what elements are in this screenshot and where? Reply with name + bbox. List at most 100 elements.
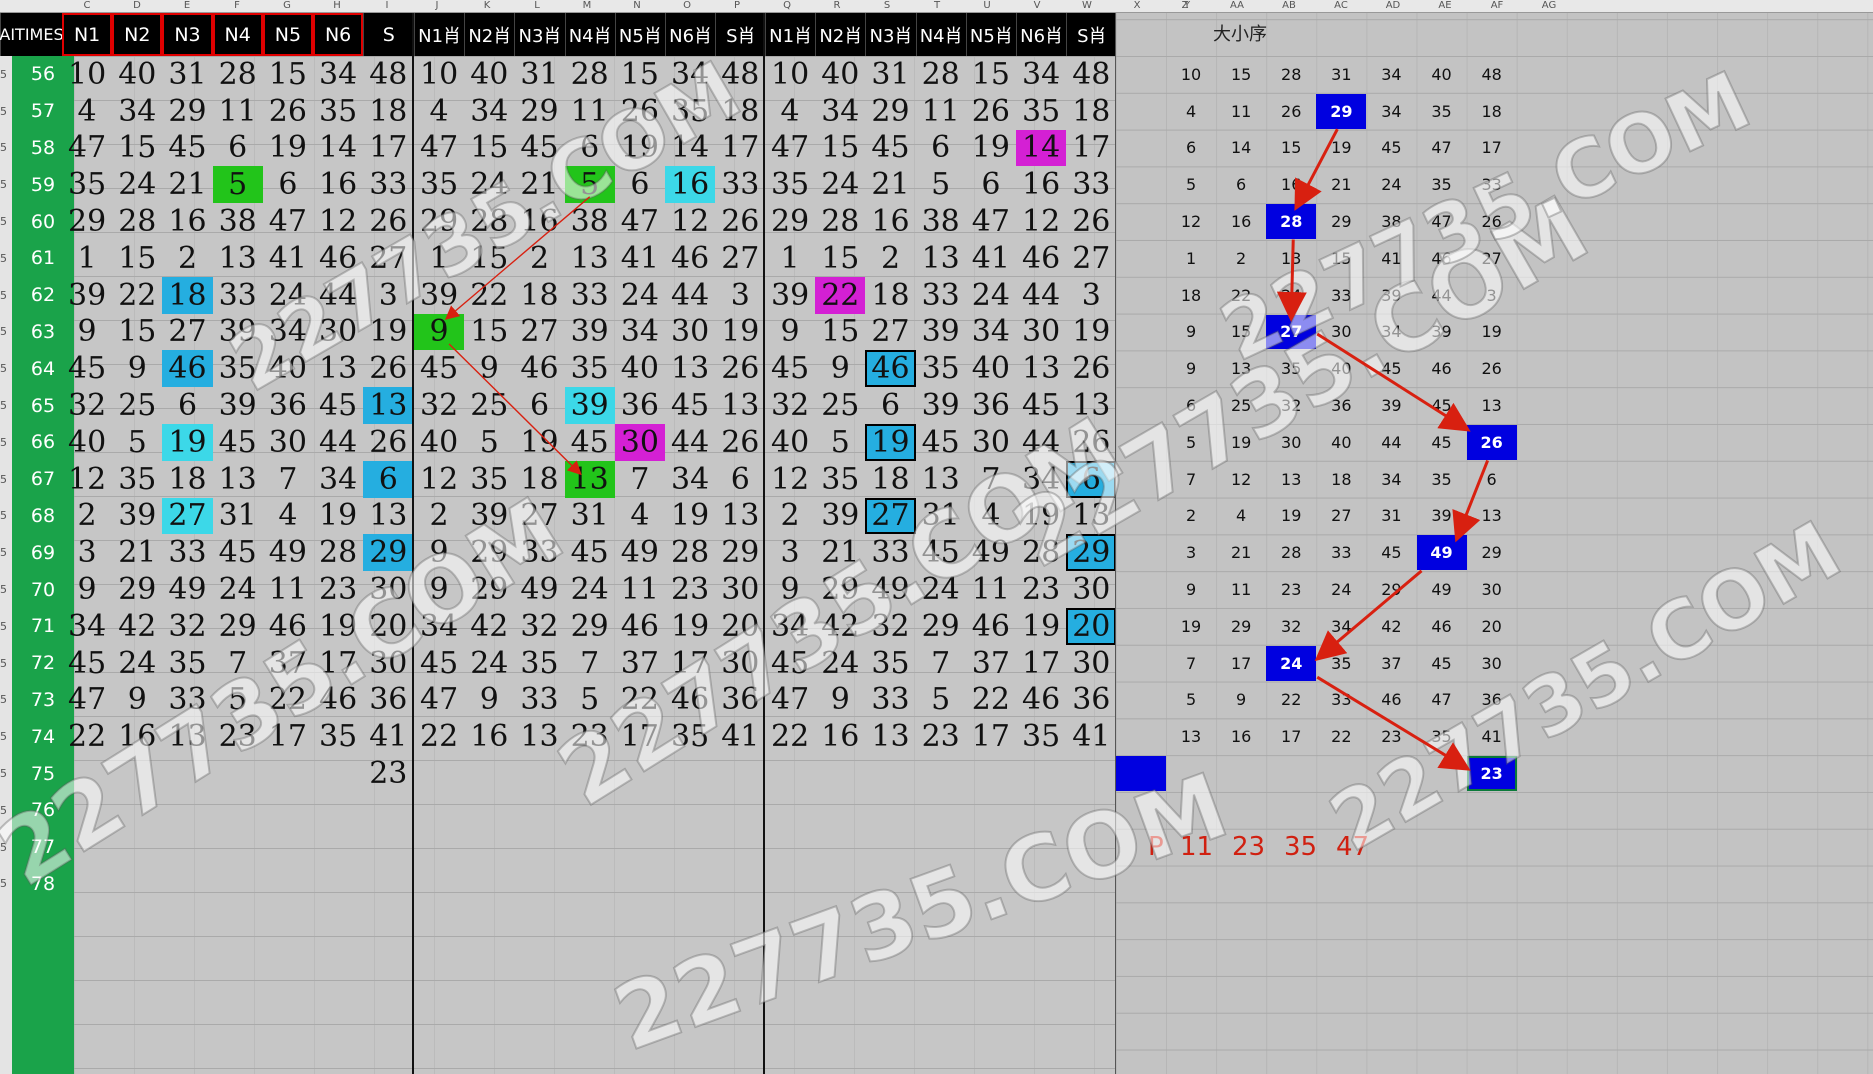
number-cell[interactable]: 24 [213,571,263,608]
number-cell[interactable]: 16 [112,718,162,755]
number-cell[interactable] [162,755,212,792]
sorted-cell[interactable]: 39 [1417,315,1467,350]
number-cell[interactable]: 9 [112,350,162,387]
number-cell[interactable]: 29 [514,93,564,130]
number-cell[interactable]: 12 [313,203,363,240]
number-cell[interactable]: 18 [865,461,915,498]
number-cell[interactable]: 15 [112,240,162,277]
sorted-cell[interactable]: 35 [1417,462,1467,497]
number-cell[interactable]: 15 [615,56,665,93]
number-cell[interactable]: 18 [865,277,915,314]
sorted-cell[interactable]: 32 [1266,388,1316,423]
number-cell[interactable]: 19 [313,498,363,535]
sorted-cell[interactable]: 36 [1316,388,1366,423]
number-cell[interactable]: 5 [916,682,966,719]
number-cell[interactable]: 3 [62,534,112,571]
number-cell[interactable]: 30 [1016,314,1066,351]
number-cell[interactable]: 1 [414,240,464,277]
number-cell[interactable]: 13 [916,240,966,277]
number-cell[interactable]: 32 [162,608,212,645]
number-cell[interactable]: 46 [313,682,363,719]
number-cell[interactable]: 38 [213,203,263,240]
sorted-cell[interactable]: 19 [1266,499,1316,534]
sorted-cell[interactable]: 27 [1316,499,1366,534]
number-cell[interactable]: 37 [966,645,1016,682]
number-cell[interactable]: 29 [162,93,212,130]
number-cell[interactable]: 27 [363,240,413,277]
number-cell[interactable] [112,755,162,792]
number-cell[interactable]: 24 [815,645,865,682]
sorted-cell[interactable]: 26 [1467,204,1517,239]
sorted-cell[interactable]: 32 [1266,609,1316,644]
number-cell[interactable]: 6 [966,166,1016,203]
sorted-cell[interactable]: 35 [1417,719,1467,754]
sorted-cell[interactable]: 23 [1466,756,1517,791]
number-cell[interactable]: 6 [363,460,414,498]
number-cell[interactable]: 22 [815,276,866,314]
number-cell[interactable]: 39 [62,277,112,314]
number-cell[interactable]: 27 [514,314,564,351]
number-cell[interactable]: 32 [865,608,915,645]
sorted-cell[interactable]: 24 [1366,167,1416,202]
number-cell[interactable]: 17 [1066,130,1116,167]
sorted-cell[interactable]: 44 [1366,425,1416,460]
number-cell[interactable]: 33 [162,534,212,571]
number-cell[interactable]: 13 [665,350,715,387]
number-cell[interactable]: 31 [565,498,615,535]
number-cell[interactable]: 39 [213,314,263,351]
number-cell[interactable]: 13 [514,718,564,755]
number-cell[interactable]: 44 [1016,424,1066,461]
number-cell[interactable]: 29 [916,608,966,645]
sorted-cell[interactable]: 34 [1316,609,1366,644]
number-cell[interactable]: 35 [464,461,514,498]
sorted-cell[interactable]: 35 [1417,167,1467,202]
number-cell[interactable]: 22 [263,682,313,719]
number-cell[interactable]: 45 [765,645,815,682]
number-cell[interactable]: 34 [414,608,464,645]
sorted-cell[interactable]: 13 [1467,499,1517,534]
sorted-cell[interactable]: 1 [1166,241,1216,276]
number-cell[interactable]: 49 [615,534,665,571]
number-cell[interactable]: 47 [414,682,464,719]
sorted-cell[interactable]: 35 [1266,351,1316,386]
number-cell[interactable]: 21 [162,166,212,203]
number-cell[interactable]: 4 [414,93,464,130]
number-cell[interactable]: 32 [414,387,464,424]
number-cell[interactable]: 35 [665,93,715,130]
number-cell[interactable]: 39 [112,498,162,535]
number-cell[interactable]: 10 [414,56,464,93]
number-cell[interactable]: 26 [715,424,765,461]
number-cell[interactable]: 35 [1016,718,1066,755]
number-cell[interactable]: 21 [865,166,915,203]
sorted-cell[interactable]: 5 [1166,425,1216,460]
number-cell[interactable]: 9 [464,350,514,387]
sorted-cell[interactable]: 15 [1216,315,1266,350]
number-cell[interactable]: 46 [665,240,715,277]
number-cell[interactable]: 39 [414,277,464,314]
number-cell[interactable]: 24 [916,571,966,608]
number-cell[interactable]: 5 [916,166,966,203]
number-cell[interactable]: 18 [1066,93,1116,130]
number-cell[interactable]: 34 [665,56,715,93]
number-cell[interactable]: 3 [765,534,815,571]
number-cell[interactable]: 6 [1066,460,1117,498]
sorted-cell[interactable]: 17 [1266,719,1316,754]
number-cell[interactable]: 24 [565,571,615,608]
sorted-cell[interactable]: 45 [1417,425,1467,460]
sorted-cell[interactable]: 23 [1366,719,1416,754]
sorted-cell[interactable]: 7 [1166,462,1216,497]
sorted-cell[interactable]: 16 [1216,719,1266,754]
number-cell[interactable]: 15 [464,130,514,167]
number-cell[interactable]: 21 [514,166,564,203]
number-cell[interactable]: 34 [464,93,514,130]
sorted-cell[interactable]: 12 [1166,204,1216,239]
number-cell[interactable]: 48 [363,56,413,93]
number-cell[interactable]: 15 [815,130,865,167]
number-cell[interactable]: 40 [414,424,464,461]
sorted-cell[interactable]: 40 [1316,425,1366,460]
number-cell[interactable]: 40 [966,350,1016,387]
number-cell[interactable]: 15 [464,240,514,277]
number-cell[interactable]: 45 [62,350,112,387]
number-cell[interactable]: 1 [765,240,815,277]
number-cell[interactable]: 2 [162,240,212,277]
